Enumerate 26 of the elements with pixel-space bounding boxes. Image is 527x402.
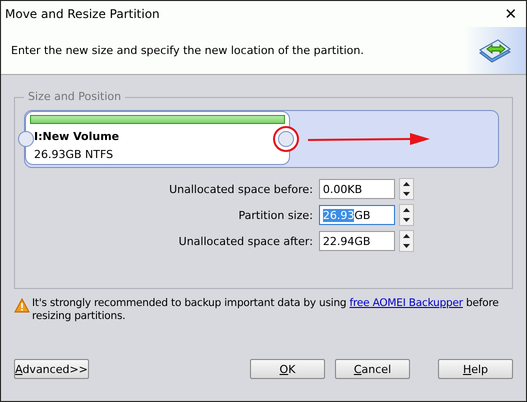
close-button[interactable]: ✕ (496, 1, 526, 27)
spin-buttons[interactable] (398, 230, 414, 252)
arrow-icon (308, 132, 430, 146)
warning-icon (14, 298, 30, 313)
notice-text: It's strongly recommended to backup important data by using free AOMEI Backupper before resizing partitions. (32, 297, 500, 323)
dialog-button[interactable]: OK (250, 359, 325, 379)
partition-block[interactable]: I:New Volume 26.93GB NTFS (25, 111, 290, 165)
input-field[interactable]: 26.93GB (318, 205, 395, 225)
partition-detail: 26.93GB NTFS (34, 148, 114, 161)
spin-buttons[interactable] (398, 204, 414, 226)
dialog-button[interactable]: Cancel (335, 359, 410, 379)
dialog-button[interactable]: Help (438, 359, 513, 379)
field-label: Partition size: (238, 208, 314, 222)
partition-name: I:New Volume (34, 130, 120, 143)
backupper-link[interactable]: free AOMEI Backupper (350, 297, 463, 309)
field-label: Unallocated space after: (178, 234, 314, 248)
spin-buttons[interactable] (398, 178, 414, 200)
instruction-text: Enter the new size and specify the new location of the partition. (11, 44, 364, 57)
resize-handle[interactable] (18, 131, 34, 147)
input-field[interactable]: 22.94GB (318, 231, 395, 251)
group-title: Size and Position (24, 90, 126, 103)
disk-arrows-icon (478, 36, 512, 64)
field-label: Unallocated space before: (169, 182, 314, 196)
window-title: Move and Resize Partition (5, 7, 160, 21)
advanced-button[interactable]: Advanced>> (14, 359, 89, 379)
input-field[interactable]: 0.00KB (318, 179, 395, 199)
